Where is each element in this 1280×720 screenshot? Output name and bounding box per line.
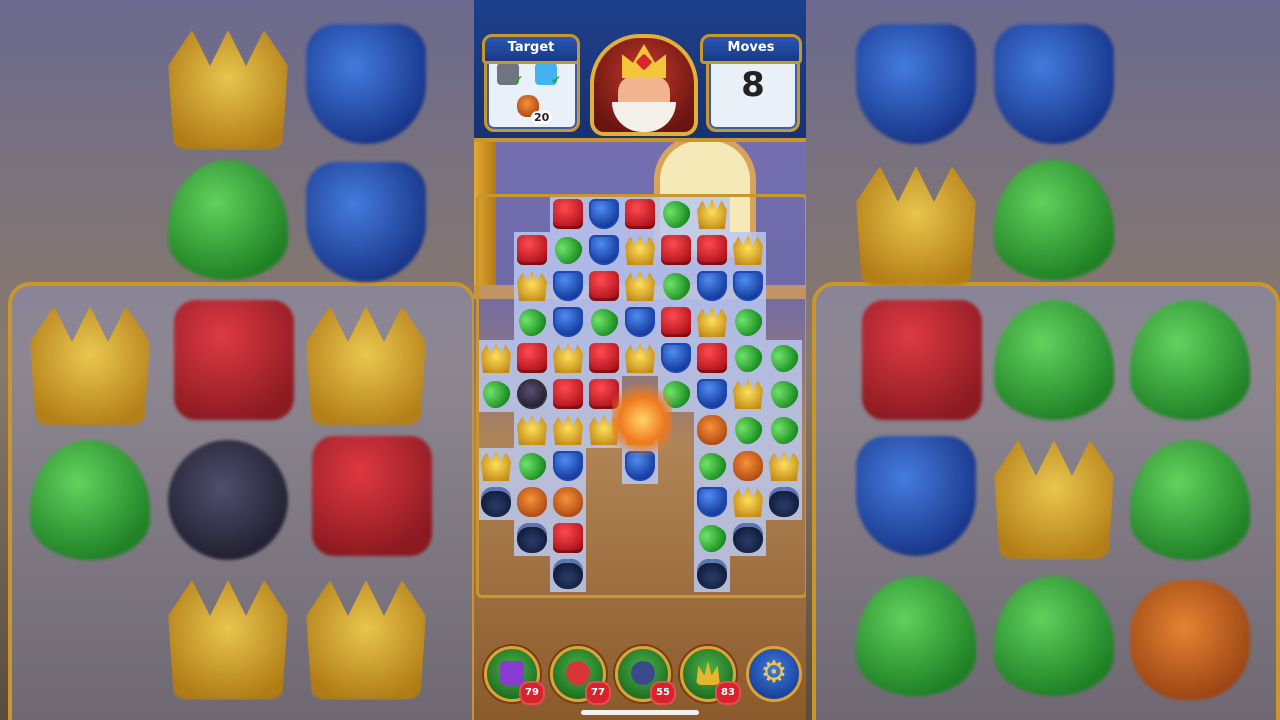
pumpkin-icon[interactable] <box>697 415 727 445</box>
hammer-booster-button[interactable]: 79 <box>484 646 545 705</box>
bg-shield-icon <box>306 24 426 144</box>
bg-crown-icon <box>30 306 150 426</box>
gold-crown-icon[interactable] <box>625 235 655 265</box>
gold-crown-icon[interactable] <box>481 451 511 481</box>
bg-crown-icon <box>168 30 288 150</box>
cauldron-icon[interactable] <box>697 559 727 589</box>
booster-count: 55 <box>650 681 676 705</box>
cannon-booster-button[interactable]: 55 <box>615 646 676 705</box>
home-indicator <box>581 710 699 715</box>
booster-count: 77 <box>585 681 611 705</box>
gold-crown-icon[interactable] <box>733 487 763 517</box>
red-block-icon[interactable] <box>553 379 583 409</box>
red-block-icon[interactable] <box>589 343 619 373</box>
cauldron-icon[interactable] <box>769 487 799 517</box>
blue-shield-icon[interactable] <box>589 199 619 229</box>
booster-count: 79 <box>519 681 545 705</box>
bg-pumpkin-icon <box>1130 580 1250 700</box>
arrow-icon <box>566 661 590 685</box>
hammer-icon <box>500 661 524 685</box>
gold-crown-icon[interactable] <box>769 451 799 481</box>
blue-shield-icon[interactable] <box>661 343 691 373</box>
red-block-icon[interactable] <box>697 343 727 373</box>
bg-crown-icon <box>306 306 426 426</box>
bg-shield-icon <box>306 162 426 282</box>
gold-crown-icon[interactable] <box>517 415 547 445</box>
bg-shield-icon <box>856 436 976 556</box>
red-block-icon[interactable] <box>553 523 583 553</box>
gold-crown-icon[interactable] <box>733 379 763 409</box>
red-block-icon[interactable] <box>625 199 655 229</box>
bg-block-icon <box>312 436 432 556</box>
blue-shield-icon[interactable] <box>697 379 727 409</box>
jester-booster-button[interactable]: 83 <box>680 646 741 705</box>
blue-shield-icon[interactable] <box>553 307 583 337</box>
game-screen: ✔ ✔ 20 Target 8 Moves 79 77 55 83 ⚙ <box>474 0 806 720</box>
red-block-icon[interactable] <box>517 343 547 373</box>
gold-crown-icon[interactable] <box>553 415 583 445</box>
bg-block-icon <box>862 300 982 420</box>
color-bomb-icon[interactable] <box>517 379 547 409</box>
cauldron-icon[interactable] <box>733 523 763 553</box>
cauldron-icon[interactable] <box>517 523 547 553</box>
blue-shield-icon[interactable] <box>589 235 619 265</box>
gold-crown-icon[interactable] <box>733 235 763 265</box>
booster-count: 83 <box>715 681 741 705</box>
bg-crown-icon <box>306 580 426 700</box>
bg-crown-icon <box>168 580 288 700</box>
pumpkin-icon[interactable] <box>733 451 763 481</box>
gold-crown-icon[interactable] <box>697 307 727 337</box>
bg-shield-icon <box>856 24 976 144</box>
red-block-icon[interactable] <box>553 199 583 229</box>
jester-hat-icon <box>696 661 720 685</box>
gold-crown-icon[interactable] <box>517 271 547 301</box>
cauldron-icon[interactable] <box>553 559 583 589</box>
red-block-icon[interactable] <box>589 271 619 301</box>
blue-shield-icon[interactable] <box>697 487 727 517</box>
bg-block-icon <box>174 300 294 420</box>
pumpkin-icon[interactable] <box>553 487 583 517</box>
red-block-icon[interactable] <box>661 307 691 337</box>
bg-leaf-icon <box>168 160 288 280</box>
arrow-booster-button[interactable]: 77 <box>550 646 611 705</box>
blue-shield-icon[interactable] <box>625 307 655 337</box>
blue-shield-icon[interactable] <box>697 271 727 301</box>
blue-shield-icon[interactable] <box>733 271 763 301</box>
explosion-effect <box>612 380 672 460</box>
red-block-icon[interactable] <box>517 235 547 265</box>
gear-icon: ⚙ <box>760 655 788 690</box>
gold-crown-icon[interactable] <box>625 343 655 373</box>
gold-crown-icon[interactable] <box>553 343 583 373</box>
red-block-icon[interactable] <box>697 235 727 265</box>
game-board[interactable] <box>474 0 806 720</box>
settings-button[interactable]: ⚙ <box>746 646 802 702</box>
bg-crown-icon <box>856 166 976 286</box>
pumpkin-icon[interactable] <box>517 487 547 517</box>
gold-crown-icon[interactable] <box>481 343 511 373</box>
bg-shield-icon <box>994 24 1114 144</box>
blue-shield-icon[interactable] <box>553 271 583 301</box>
gold-crown-icon[interactable] <box>697 199 727 229</box>
bg-crown-icon <box>994 440 1114 560</box>
bg-bomb-icon <box>168 440 288 560</box>
cannon-icon <box>631 661 655 685</box>
red-block-icon[interactable] <box>661 235 691 265</box>
gold-crown-icon[interactable] <box>625 271 655 301</box>
cauldron-icon[interactable] <box>481 487 511 517</box>
blue-shield-icon[interactable] <box>553 451 583 481</box>
bg-leaf-icon <box>994 160 1114 280</box>
